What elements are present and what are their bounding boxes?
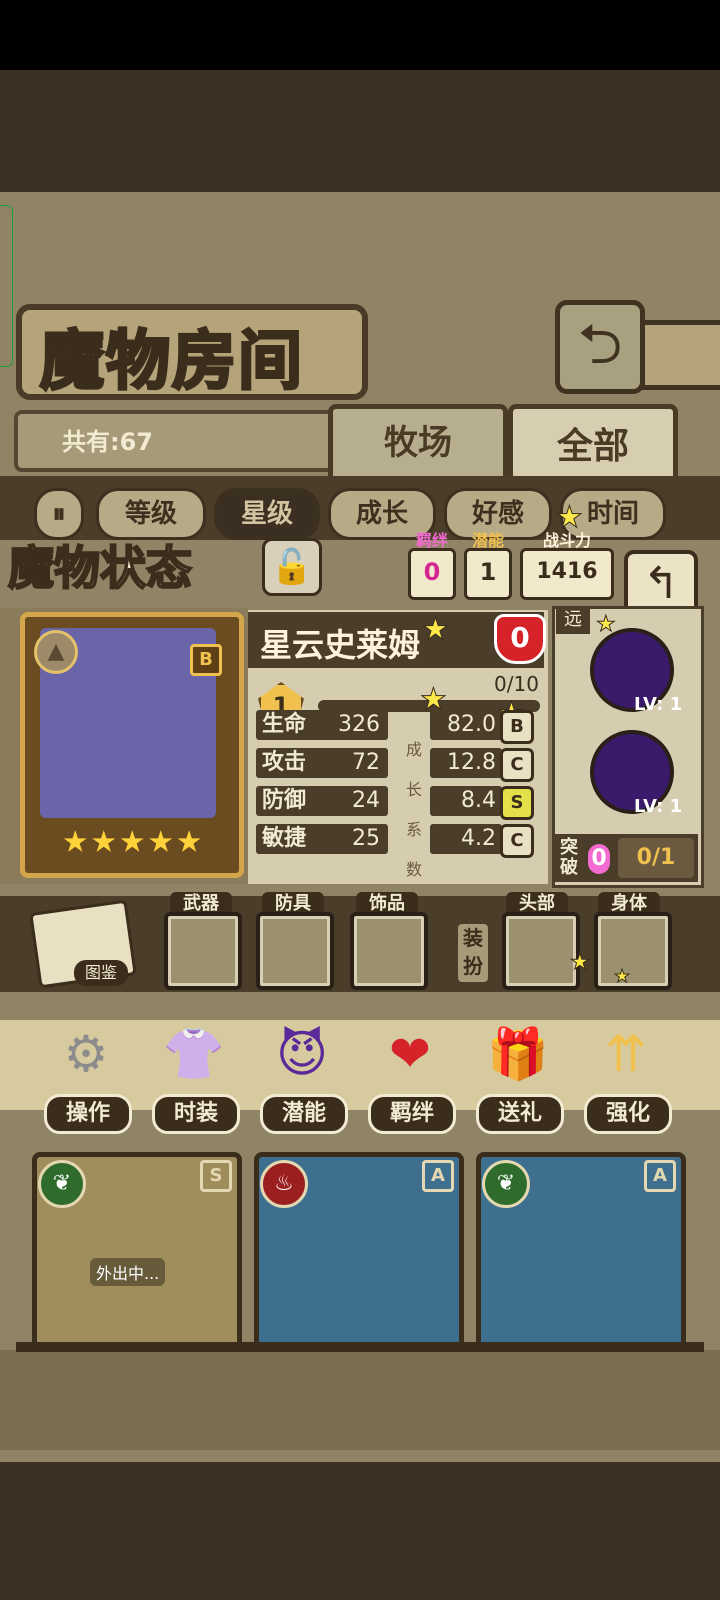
hearts-icon[interactable]: ❤ [368,1012,452,1096]
action-gift[interactable]: 送礼 [476,1094,564,1134]
breakthrough-label: 突破 [560,837,578,878]
action-bond[interactable]: 羁绊 [368,1094,456,1134]
action-outfit[interactable]: 时装 [152,1094,240,1134]
leaf-icon: ❦ [38,1160,86,1208]
leaf-icon: ❦ [482,1160,530,1208]
growth-value: 4.2 [430,824,502,854]
padlock-icon[interactable]: 🔓 [262,538,322,596]
header-right-plate [640,320,720,390]
dress-up-label: 装扮 [458,924,488,982]
breakthrough-badge: 0 [588,844,610,874]
stat-row-hp: 生命 326 [256,710,388,740]
action-upgrade[interactable]: 强化 [584,1094,672,1134]
monster-rank: A [644,1160,676,1192]
stat-label: 敏捷 [262,826,307,851]
stat-value: 326 [338,712,380,737]
monster-name: 星云史莱姆 [260,626,421,664]
list-bottom-frame [16,1342,704,1352]
growth-value: 12.8 [430,748,502,778]
sparkle-icon: ★ [570,950,591,976]
bond-box: 羁绊 0 [408,533,456,600]
monster-rank: A [422,1160,454,1192]
growth-char: 系 [405,820,422,839]
accessory-slot[interactable] [350,912,428,990]
sort-star[interactable]: 星级 [214,488,320,540]
bond-value: 0 [423,558,441,586]
stat-label: 防御 [262,788,307,813]
potential-label: 潜能 [471,531,504,550]
gear-icon[interactable]: ⚙ [44,1012,128,1096]
stat-row-defense: 防御 24 [256,786,388,816]
growth-coefficient-label: 成 长 系 数 [404,730,424,890]
status-bar [0,0,720,70]
away-status: 外出中... [90,1258,166,1286]
xp-text: 0/10 [494,672,539,696]
power-label: 战斗力 [542,531,591,550]
codex-label[interactable]: 图鉴 [74,960,128,986]
tab-farm[interactable]: 牧场 [328,404,508,482]
power-value: 1416 [536,559,598,584]
growth-value: 82.0 [430,710,502,740]
power-box: 战斗力 1416 [520,533,614,600]
breakthrough-count[interactable]: 0/1 [618,838,694,878]
growth-char: 成 [405,740,422,759]
sparkle-icon: ★ [422,612,450,648]
bond-label: 羁绊 [415,531,448,550]
room-title: 魔物房间 [39,323,304,401]
skill-level: LV: 1 [634,796,683,817]
upgrade-arrows-icon[interactable]: ⇈ [584,1012,668,1096]
head-slot[interactable] [502,912,580,990]
skill-level: LV: 1 [634,694,683,715]
fire-icon: ♨ [260,1160,308,1208]
growth-char: 数 [405,860,422,879]
monster-count: 共有:67 [62,428,153,456]
gift-icon[interactable]: 🎁 [476,1012,560,1096]
stat-row-attack: 攻击 72 [256,748,388,778]
armor-slot[interactable] [256,912,334,990]
action-operate[interactable]: 操作 [44,1094,132,1134]
range-tag: 远 [556,606,590,634]
paper-bottom-edge [0,1350,720,1450]
stat-value: 25 [352,826,380,851]
stat-row-agility: 敏捷 25 [256,824,388,854]
stat-label: 攻击 [262,750,307,775]
demon-icon[interactable]: 😈 [260,1012,344,1096]
card-rank-badge: B [190,644,222,676]
action-potential[interactable]: 潜能 [260,1094,348,1134]
growth-char: 长 [405,780,422,799]
grade-badge: C [500,748,534,782]
stat-value: 24 [352,788,380,813]
sparkle-icon: ★ [556,500,584,536]
body-slot[interactable] [594,912,672,990]
star-rating: ★★★★★ [59,822,204,863]
stat-value: 72 [352,750,380,775]
mountain-element-icon: ▲ [34,630,78,674]
growth-value: 8.4 [430,786,502,816]
grade-badge: B [500,710,534,744]
grade-badge: C [500,824,534,858]
weapon-slot[interactable] [164,912,242,990]
potential-box: 潜能 1 [464,533,512,600]
sparkle-icon: ★ [613,966,631,988]
back-arrow-icon[interactable]: ⮌ [555,300,645,394]
side-indicator [0,205,13,367]
monster-rank: S [200,1160,232,1192]
status-title: 魔物状态 [7,540,193,596]
gem-counter: 0 [494,614,546,664]
outfit-icon[interactable]: 👚 [152,1012,236,1096]
potential-value: 1 [479,558,497,586]
grade-badge: S [500,786,534,820]
stat-label: 生命 [262,712,307,737]
